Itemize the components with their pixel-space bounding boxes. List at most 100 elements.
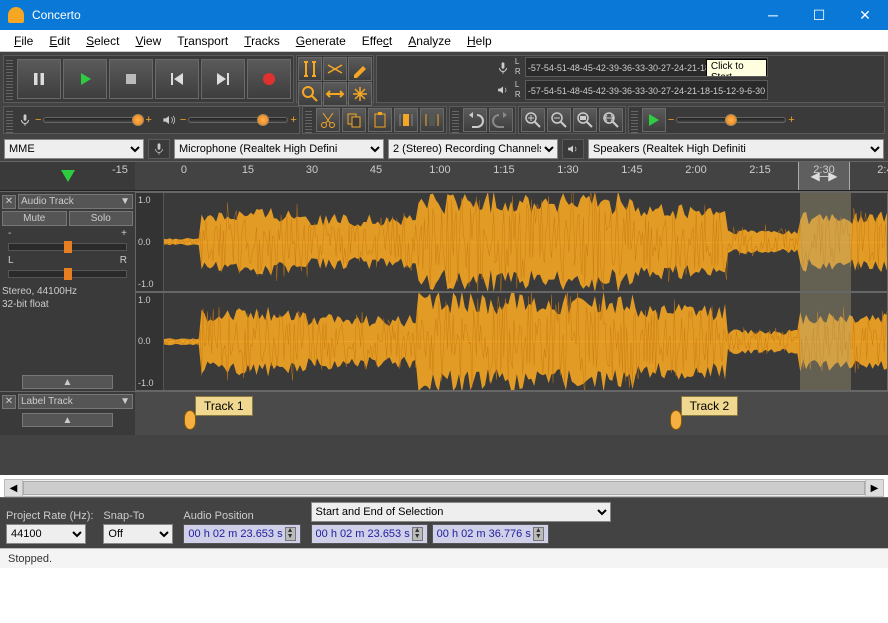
selection-end-spinner[interactable]: 00 h 02 m 36.776 s▲▼ xyxy=(432,524,549,544)
selection-mode-select[interactable]: Start and End of Selection xyxy=(311,502,611,522)
menu-tracks[interactable]: Tracks xyxy=(236,32,288,50)
solo-button[interactable]: Solo xyxy=(69,211,134,226)
horizontal-scrollbar[interactable]: ◀ ▶ xyxy=(4,479,884,497)
zoom-out-button[interactable] xyxy=(547,108,571,132)
draw-tool-button[interactable] xyxy=(348,57,372,81)
toolbar-grip[interactable] xyxy=(6,58,13,100)
timeline-tick: 0 xyxy=(181,164,187,176)
play-vol-minus: − xyxy=(180,114,186,126)
menu-file[interactable]: File xyxy=(6,32,41,50)
scroll-thumb[interactable] xyxy=(23,481,865,495)
silence-button[interactable] xyxy=(420,108,444,132)
timeline-tick: 15 xyxy=(242,164,254,176)
timeshift-tool-button[interactable] xyxy=(323,82,347,106)
playback-device-select[interactable]: Speakers (Realtek High Definiti xyxy=(588,139,884,159)
recording-device-select[interactable]: Microphone (Realtek High Defini xyxy=(174,139,384,159)
scroll-right-button[interactable]: ▶ xyxy=(865,480,883,496)
paste-button[interactable] xyxy=(368,108,392,132)
undo-toolbar xyxy=(449,106,516,134)
toolbar-grip[interactable] xyxy=(6,109,13,133)
skip-start-button[interactable] xyxy=(155,59,199,99)
snap-to-select[interactable]: Off xyxy=(103,524,173,544)
timeline-tick: -15 xyxy=(112,164,128,176)
speed-minus: − xyxy=(668,114,674,126)
label-track-collapse-button[interactable]: ▲ xyxy=(22,413,113,427)
label-track-menu-button[interactable]: Label Track▼ xyxy=(18,394,133,409)
project-rate-select[interactable]: 44100 xyxy=(6,524,86,544)
undo-button[interactable] xyxy=(463,108,487,132)
copy-button[interactable] xyxy=(342,108,366,132)
label-track-content[interactable]: Track 1 Track 2 xyxy=(135,392,888,435)
menu-select[interactable]: Select xyxy=(78,32,127,50)
timeline-tick: 1:45 xyxy=(621,164,642,176)
menu-help[interactable]: Help xyxy=(459,32,500,50)
menu-generate[interactable]: Generate xyxy=(288,32,354,50)
recording-volume-slider[interactable] xyxy=(43,117,143,123)
zoom-in-button[interactable] xyxy=(521,108,545,132)
label-text[interactable]: Track 2 xyxy=(681,396,739,416)
minimize-button[interactable]: ─ xyxy=(750,0,796,30)
label-text[interactable]: Track 1 xyxy=(195,396,253,416)
toolbar-grip[interactable] xyxy=(452,109,459,133)
track-collapse-button[interactable]: ▲ xyxy=(22,375,113,389)
audio-position-spinner[interactable]: 00 h 02 m 23.653 s▲▼ xyxy=(183,524,300,544)
timeline-tick: 45 xyxy=(370,164,382,176)
gain-minus-label: - xyxy=(8,228,11,239)
selection-tool-button[interactable] xyxy=(298,57,322,81)
trim-button[interactable] xyxy=(394,108,418,132)
stop-button[interactable] xyxy=(109,59,153,99)
label-marker[interactable]: Track 2 xyxy=(670,396,739,430)
recording-meter[interactable]: Click to Start Monitoring -57-54-51-48-4… xyxy=(525,57,768,77)
cut-button[interactable] xyxy=(316,108,340,132)
fit-project-button[interactable] xyxy=(599,108,623,132)
waveform-right[interactable]: 1.00.0-1.0 xyxy=(135,292,888,392)
waveform-left[interactable]: 1.00.0-1.0 xyxy=(135,192,888,292)
speaker-meter-icon[interactable] xyxy=(493,80,513,102)
timeline-tick: 2:30 xyxy=(813,164,834,176)
zoom-tool-button[interactable] xyxy=(298,82,322,106)
fit-selection-button[interactable] xyxy=(573,108,597,132)
close-button[interactable]: ✕ xyxy=(842,0,888,30)
window-title: Concerto xyxy=(32,8,750,22)
tracks-area: ✕ Audio Track▼ Mute Solo -+ LR Stereo, 4… xyxy=(0,191,888,435)
menu-transport[interactable]: Transport xyxy=(169,32,236,50)
mic-meter-icon[interactable] xyxy=(493,57,513,79)
maximize-button[interactable]: ☐ xyxy=(796,0,842,30)
mute-button[interactable]: Mute xyxy=(2,211,67,226)
timeline-ruler[interactable]: ◀─▶ -1501530451:001:151:301:452:002:152:… xyxy=(135,162,888,190)
recording-channels-select[interactable]: 2 (Stereo) Recording Channels xyxy=(388,139,558,159)
menu-effect[interactable]: Effect xyxy=(354,32,400,50)
pan-slider[interactable] xyxy=(8,270,127,278)
rec-meter-channels: LR xyxy=(515,57,523,79)
play-button[interactable] xyxy=(63,59,107,99)
skip-end-button[interactable] xyxy=(201,59,245,99)
menu-view[interactable]: View xyxy=(127,32,169,50)
envelope-tool-button[interactable] xyxy=(323,57,347,81)
playback-speed-slider[interactable] xyxy=(676,117,786,123)
toolbar-grip[interactable] xyxy=(305,109,312,133)
menu-analyze[interactable]: Analyze xyxy=(400,32,459,50)
timeline-tick: 2:00 xyxy=(685,164,706,176)
play-at-speed-button[interactable] xyxy=(642,108,666,132)
playback-volume-slider[interactable] xyxy=(188,117,288,123)
audio-host-select[interactable]: MME xyxy=(4,139,144,159)
gain-slider[interactable] xyxy=(8,243,127,251)
audio-track-content[interactable]: 1.00.0-1.0 1.00.0-1.0 xyxy=(135,192,888,391)
redo-button[interactable] xyxy=(489,108,513,132)
track-menu-button[interactable]: Audio Track▼ xyxy=(18,194,133,209)
scroll-track[interactable] xyxy=(23,480,865,496)
wave-scale-left: 1.00.0-1.0 xyxy=(136,193,164,291)
label-track-close-button[interactable]: ✕ xyxy=(2,395,16,409)
scroll-left-button[interactable]: ◀ xyxy=(5,480,23,496)
track-close-button[interactable]: ✕ xyxy=(2,195,16,209)
pause-button[interactable] xyxy=(17,59,61,99)
rec-vol-minus: − xyxy=(35,114,41,126)
menu-edit[interactable]: Edit xyxy=(41,32,78,50)
toolbar-grip[interactable] xyxy=(631,109,638,133)
label-marker[interactable]: Track 1 xyxy=(184,396,253,430)
playhead-icon[interactable] xyxy=(61,170,75,182)
playback-meter[interactable]: -57-54-51-48-45-42-39-36-33-30-27-24-21-… xyxy=(525,80,768,100)
record-button[interactable] xyxy=(247,59,291,99)
selection-start-spinner[interactable]: 00 h 02 m 23.653 s▲▼ xyxy=(311,524,428,544)
multi-tool-button[interactable] xyxy=(348,82,372,106)
